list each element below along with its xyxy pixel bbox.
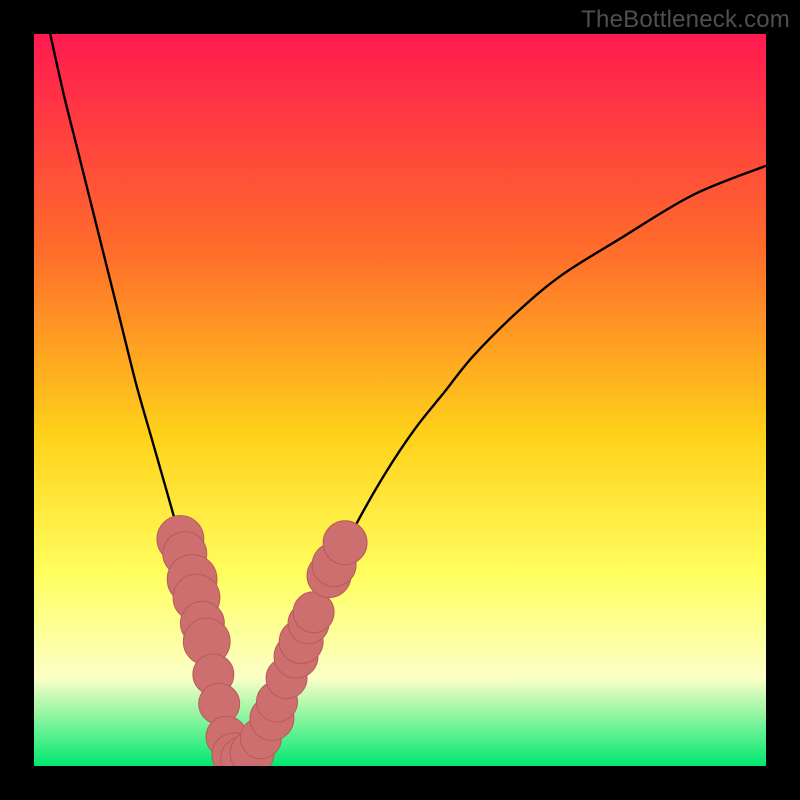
chart-plot-area (34, 34, 766, 766)
curve-marker (323, 521, 367, 565)
chart-svg (34, 34, 766, 766)
gradient-background (34, 34, 766, 766)
watermark-text: TheBottleneck.com (581, 6, 790, 34)
chart-frame: TheBottleneck.com (0, 0, 800, 800)
